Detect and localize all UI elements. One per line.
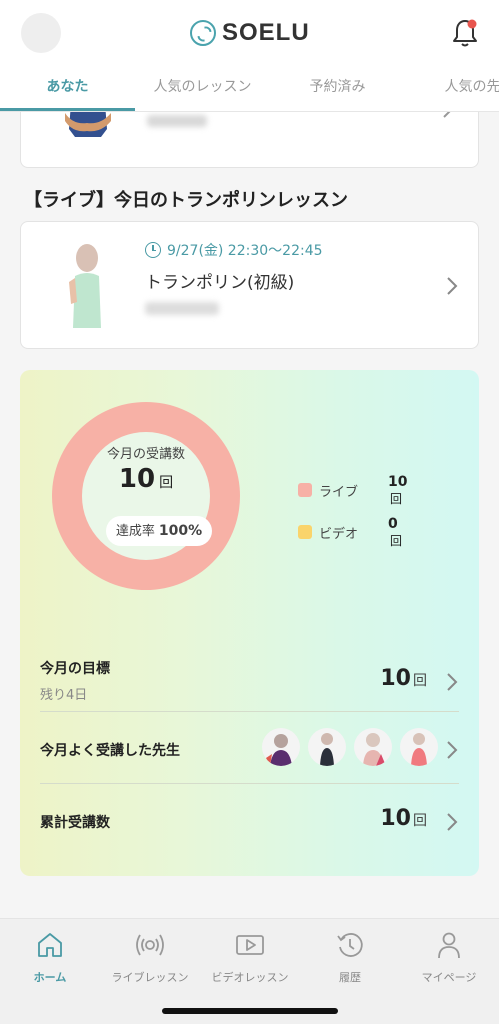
lesson-datetime: 9/27(金) 22:30〜22:45 bbox=[167, 243, 323, 259]
history-icon bbox=[337, 933, 363, 957]
soelu-logo: SOELU bbox=[190, 18, 310, 48]
teacher-avatar-image bbox=[320, 733, 334, 766]
teacher-avatar-image bbox=[363, 733, 386, 766]
month-count-label: 今月の受講数 bbox=[106, 447, 185, 462]
monthly-goal-row[interactable]: 今月の目標 残り4日 10 回 bbox=[40, 640, 459, 712]
total-lessons-row[interactable]: 累計受講数 10 回 bbox=[40, 784, 459, 856]
legend-value: 10回 bbox=[388, 474, 407, 507]
nav-my-page[interactable]: マイページ bbox=[399, 929, 499, 985]
nav-label: ライブレッスン bbox=[111, 971, 189, 984]
home-content[interactable]: 【ライブ】今日のトランポリンレッスン 9/27(金) 22:30〜22:45 ト… bbox=[0, 112, 499, 918]
home-indicator[interactable] bbox=[162, 1008, 338, 1014]
frequent-teachers-row[interactable]: 今月よく受講した先生 bbox=[40, 712, 459, 784]
chart-legend: ライブ 10回 ビデオ 0回 bbox=[298, 474, 407, 564]
chevron-right-icon bbox=[447, 813, 458, 831]
nav-home[interactable]: ホーム bbox=[0, 929, 100, 985]
video-play-icon bbox=[236, 935, 264, 955]
goal-count: 10 bbox=[380, 666, 411, 691]
teacher-name-blurred bbox=[145, 302, 219, 315]
goal-value: 10 回 bbox=[380, 666, 427, 691]
lesson-donut-chart: 今月の受講数 10 回 達成率 100% bbox=[52, 402, 240, 590]
unit-label: 回 bbox=[390, 533, 403, 548]
nav-label: ビデオレッスン bbox=[211, 971, 289, 984]
chevron-right-icon bbox=[443, 112, 451, 118]
total-count: 10 bbox=[380, 806, 411, 831]
notification-bell-icon[interactable] bbox=[448, 16, 482, 50]
video-count: 0 bbox=[388, 515, 398, 532]
teachers-title: 今月よく受講した先生 bbox=[40, 743, 180, 759]
monthly-stats-panel: 今月の受講数 10 回 達成率 100% ライブ 10回 ビデオ 0回 今月の目標 … bbox=[20, 370, 479, 876]
teacher-avatar-image bbox=[266, 734, 292, 766]
soelu-logo-icon bbox=[190, 20, 216, 46]
goal-remaining: 残り4日 bbox=[40, 688, 88, 703]
app-header: SOELU あなた 人気のレッスン 予約済み 人気の先 bbox=[0, 0, 499, 112]
achievement-rate-badge: 達成率 100% bbox=[106, 516, 212, 546]
live-count: 10 bbox=[388, 473, 408, 490]
teacher-avatar[interactable] bbox=[400, 728, 438, 766]
tab-reserved[interactable]: 予約済み bbox=[270, 68, 405, 111]
home-icon bbox=[38, 933, 62, 957]
brand-name: SOELU bbox=[222, 19, 310, 46]
total-title: 累計受講数 bbox=[40, 815, 110, 831]
month-count: 10 回 bbox=[52, 464, 240, 494]
person-icon bbox=[438, 932, 460, 959]
blurred-text bbox=[147, 115, 207, 127]
rate-value: 100% bbox=[158, 523, 203, 539]
live-lesson-card[interactable]: 9/27(金) 22:30〜22:45 トランポリン(初級) bbox=[20, 221, 479, 349]
tab-popular-lessons[interactable]: 人気のレッスン bbox=[135, 68, 270, 111]
nav-label: ホーム bbox=[33, 971, 67, 984]
user-avatar[interactable] bbox=[21, 13, 61, 53]
bottom-navigation: ホーム ライブレッスン ビデオレッスン 履歴 マイページ bbox=[0, 918, 499, 1024]
legend-item-video: ビデオ 0回 bbox=[298, 516, 402, 548]
instructor-photo bbox=[65, 112, 111, 137]
content-tabs: あなた 人気のレッスン 予約済み 人気の先 bbox=[0, 68, 499, 112]
month-count-unit: 回 bbox=[159, 475, 174, 491]
lesson-time: 9/27(金) 22:30〜22:45 bbox=[145, 240, 323, 260]
teacher-avatars bbox=[262, 728, 438, 766]
teacher-avatar[interactable] bbox=[354, 728, 392, 766]
nav-label: 履歴 bbox=[339, 971, 361, 984]
unit-label: 回 bbox=[413, 673, 427, 689]
legend-label: ビデオ bbox=[319, 526, 359, 542]
chevron-right-icon bbox=[447, 277, 458, 295]
nav-label: マイページ bbox=[421, 971, 477, 984]
teacher-avatar-image bbox=[411, 733, 427, 766]
nav-history[interactable]: 履歴 bbox=[300, 929, 400, 985]
nav-video-lessons[interactable]: ビデオレッスン bbox=[200, 929, 300, 985]
notification-dot bbox=[467, 19, 477, 29]
legend-value: 0回 bbox=[388, 516, 402, 549]
clock-icon bbox=[145, 242, 161, 258]
unit-label: 回 bbox=[390, 491, 403, 506]
tab-popular-teachers[interactable]: 人気の先 bbox=[405, 68, 499, 111]
live-swatch bbox=[298, 483, 312, 497]
instructor-photo bbox=[69, 244, 101, 328]
legend-label: ライブ bbox=[319, 484, 359, 500]
video-swatch bbox=[298, 525, 312, 539]
live-broadcast-icon bbox=[136, 934, 164, 956]
month-count-value: 10 bbox=[118, 464, 156, 494]
rate-label: 達成率 bbox=[115, 524, 155, 539]
unit-label: 回 bbox=[413, 813, 427, 829]
total-value: 10 回 bbox=[380, 806, 427, 831]
previous-lesson-card[interactable] bbox=[20, 112, 479, 168]
legend-item-live: ライブ 10回 bbox=[298, 474, 407, 506]
teacher-avatar[interactable] bbox=[262, 728, 300, 766]
chevron-right-icon bbox=[447, 673, 458, 691]
live-section-title: 【ライブ】今日のトランポリンレッスン bbox=[24, 190, 348, 211]
chevron-right-icon bbox=[447, 741, 458, 759]
lesson-name: トランポリン(初級) bbox=[145, 273, 295, 293]
goal-title: 今月の目標 bbox=[40, 661, 110, 677]
teacher-avatar[interactable] bbox=[308, 728, 346, 766]
nav-live-lessons[interactable]: ライブレッスン bbox=[100, 929, 200, 985]
tab-anata[interactable]: あなた bbox=[0, 68, 135, 111]
